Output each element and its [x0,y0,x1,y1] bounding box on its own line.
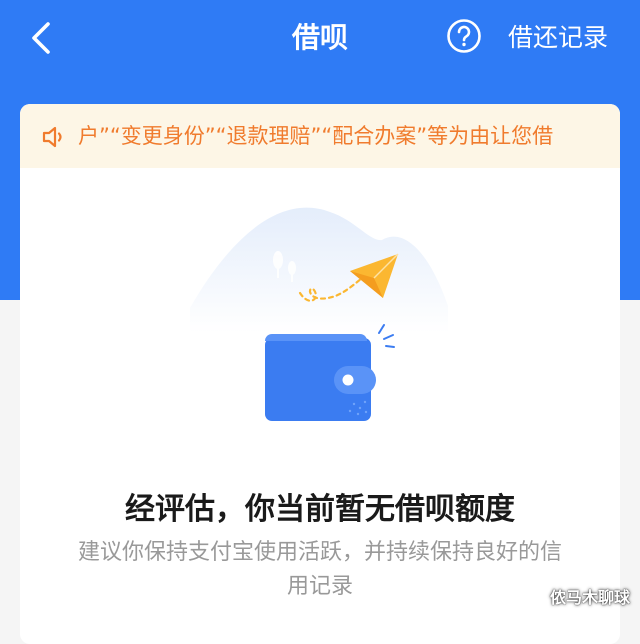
chevron-left-icon [32,22,50,54]
no-quota-message: 经评估，你当前暂无借呗额度 [125,492,515,527]
notice-banner[interactable]: 户”“变更身份”“退款理赔”“配合办案”等为由让您借 [20,104,620,168]
empty-state-illustration [190,207,448,421]
borrow-repay-records-link[interactable]: 借还记录 [508,16,608,60]
question-circle-icon [447,19,481,53]
notice-text: 户”“变更身份”“退款理赔”“配合办案”等为由让您借 [78,124,554,148]
help-button[interactable] [446,18,482,54]
speaker-icon [42,126,62,148]
wallet-icon [265,334,376,421]
navigation-bar: 借呗 借还记录 [0,0,640,80]
content-card: 户”“变更身份”“退款理赔”“配合办案”等为由让您借 经评估，你当前暂无借呗额度… [20,104,620,644]
suggestion-text: 建议你保持支付宝使用活跃，并持续保持良好的信用记录 [77,540,562,599]
back-button[interactable] [24,16,60,60]
watermark: 侬马木聊球 [549,588,630,607]
